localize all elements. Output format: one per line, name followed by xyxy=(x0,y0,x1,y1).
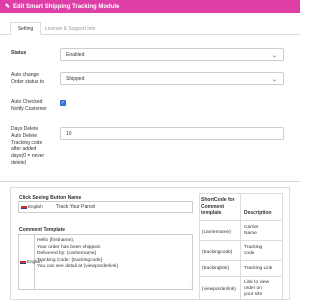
order-status-select[interactable]: Shipped ⌄ xyxy=(60,72,284,85)
template-line: You can see detail at {viewporderlink} xyxy=(37,264,119,269)
auto-checked-label: Auto Checked Notify Customer xyxy=(11,99,47,113)
status-select[interactable]: Enabled ⌄ xyxy=(60,48,284,61)
days-delete-value: 10 xyxy=(66,130,72,137)
template-line: Your order has been shipped. xyxy=(37,244,101,250)
table-cell-desc: Carrier Name xyxy=(244,225,259,237)
table-row-divider xyxy=(199,260,283,261)
table-col-divider xyxy=(240,193,241,300)
status-label: Status xyxy=(11,50,27,56)
table-row-divider xyxy=(199,240,283,241)
auto-change-label-line2: Order status to xyxy=(11,78,45,85)
tab-setting-label: Setting xyxy=(17,25,34,32)
table-cell-desc: Tracking Link xyxy=(244,266,273,271)
table-cell-code: {carriername} xyxy=(202,230,231,235)
auto-change-label: Auto change Order status to xyxy=(11,72,44,86)
table-cell-code: {trackinglink} xyxy=(202,266,230,271)
table-cell-code: {viewporderlink} xyxy=(202,287,236,292)
days-delete-line: Days Delete xyxy=(11,126,39,132)
template-line: Tracking Code: {trackingcode} xyxy=(37,257,103,263)
desc-line: code xyxy=(244,251,255,257)
chevron-down-icon: ⌄ xyxy=(271,53,277,59)
button-name-input[interactable] xyxy=(18,201,193,213)
table-row-divider xyxy=(199,220,283,221)
tab-setting[interactable]: Setting xyxy=(10,22,41,35)
template-line: Hello {firstname}, xyxy=(37,238,75,243)
days-delete-line: Auto Delete xyxy=(11,132,38,139)
desc-line: your site xyxy=(244,292,263,298)
template-line: Delivered by: {carriername} xyxy=(37,251,97,256)
tab-bar: Setting License & Support Info xyxy=(0,22,300,35)
desc-line: Name xyxy=(244,231,257,237)
days-delete-line: days(0 = never xyxy=(11,153,45,160)
table-row-divider xyxy=(199,276,283,277)
section-divider xyxy=(0,181,300,182)
auto-checked-label-line2: Notify Customer xyxy=(11,105,47,112)
chevron-down-icon: ⌄ xyxy=(271,77,277,83)
auto-checked-label-line1: Auto Checked xyxy=(11,99,43,105)
language-label: English xyxy=(28,204,43,209)
comment-template-title: Comment Template xyxy=(19,227,66,233)
days-delete-label: Days Delete Auto Delete Tracking code af… xyxy=(11,126,44,167)
us-flag-icon xyxy=(21,204,27,209)
status-value: Enabled xyxy=(66,51,85,58)
order-status-value: Shipped xyxy=(66,75,85,82)
resize-handle-icon[interactable]: ⋰ xyxy=(187,284,192,290)
days-delete-line: after added xyxy=(11,146,37,153)
tab-license-support[interactable]: License & Support Info xyxy=(45,22,96,35)
button-name-value: Track Your Parcel xyxy=(56,204,96,210)
language-flag: English xyxy=(21,204,43,209)
notify-customer-checkbox[interactable]: ✓ xyxy=(60,100,66,106)
days-delete-line: Tracking code xyxy=(11,139,43,146)
us-flag-icon xyxy=(20,259,26,264)
module-header: ✎ Edit Smart Shipping Tracking Module xyxy=(0,0,300,13)
days-delete-line: delete) xyxy=(11,159,27,166)
shortcode-header-line: template xyxy=(201,210,222,216)
table-cell-desc: Tracking code xyxy=(244,245,262,257)
table-cell-code: {trackingcode} xyxy=(202,250,233,255)
tab-license-support-label: License & Support Info xyxy=(45,25,96,32)
auto-change-label-line1: Auto change xyxy=(11,72,40,78)
description-header: Description xyxy=(244,210,272,216)
shortcode-header: ShortCode for Comment template xyxy=(201,197,235,217)
days-delete-input[interactable]: 10 xyxy=(60,127,284,140)
module-title: Edit Smart Shipping Tracking Module xyxy=(13,3,120,10)
pencil-icon: ✎ xyxy=(5,4,11,10)
table-cell-desc: Link to view order on your site xyxy=(244,280,269,299)
shortcode-header-line: ShortCode for xyxy=(201,197,235,203)
